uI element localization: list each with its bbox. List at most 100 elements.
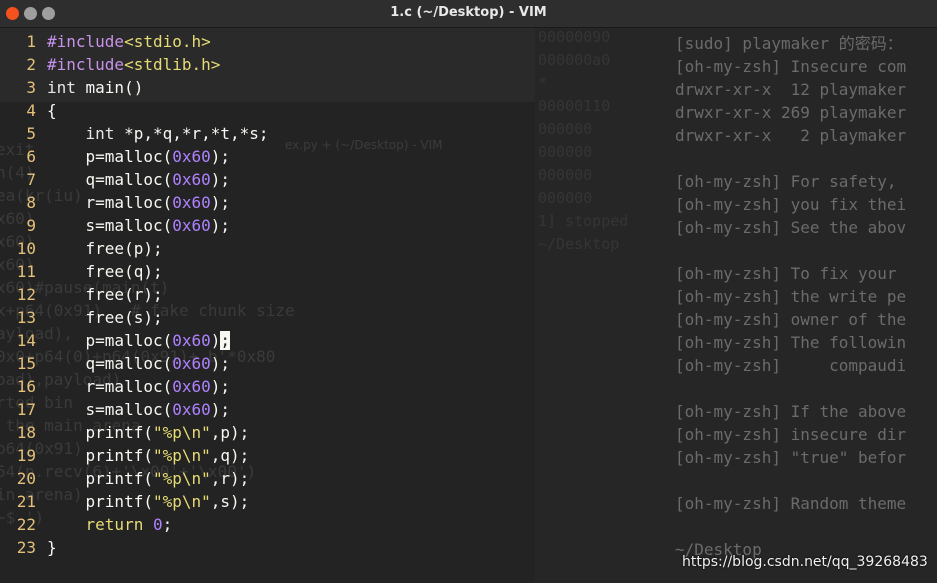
line-number: 19 [16,446,36,465]
code-token: ,p); [210,423,250,442]
line-number: 14 [16,331,36,350]
code-token: "%p\n" [152,469,211,488]
code-token: free(q); [47,262,163,281]
code-line[interactable]: 4{ [0,99,56,122]
code-line[interactable]: 23} [0,536,57,559]
code-token: } [47,538,57,557]
code-line[interactable]: 15 q=malloc(0x60); [0,352,230,375]
code-token: 0x60 [172,147,211,166]
code-line[interactable]: 10 free(p); [0,237,163,260]
terminal-line: [sudo] playmaker 的密码： [675,34,903,53]
code-line[interactable]: 21 printf("%p\n",s); [0,490,250,513]
code-token: 0x60 [172,377,211,396]
code-token: *p,*q,*r,*t,*s; [124,124,269,143]
terminal-line: [oh-my-zsh] compaudi [675,356,907,375]
line-number: 2 [26,55,36,74]
ghost-line: * [538,74,548,92]
vim-editor[interactable]: exit n(4) ea(kr(iu) x60) x60) x60) x60)#pause(… [0,28,535,583]
ghost-line: 000000 [538,120,593,138]
code-line[interactable]: 9 s=malloc(0x60); [0,214,230,237]
code-line[interactable]: 14 p=malloc(0x60); [0,329,231,352]
code-line[interactable]: 7 q=malloc(0x60); [0,168,230,191]
line-number: 9 [26,216,36,235]
code-token: ; [162,515,173,534]
code-token: free(p); [47,239,163,258]
ghost-line: 000000 [538,143,593,161]
terminal-line: [oh-my-zsh] "true" befor [675,448,907,467]
terminal-line: drwxr-xr-x 269 playmaker [675,103,907,122]
terminal-line: [oh-my-zsh] owner of the [675,310,907,329]
code-line[interactable]: 3 int main() [0,76,143,99]
code-token: #include [47,32,125,51]
line-number: 22 [16,515,36,534]
terminal-line: [oh-my-zsh] To fix your [675,264,897,283]
code-line[interactable]: 11 free(q); [0,260,163,283]
code-token: s=malloc( [47,216,173,235]
code-token: #include [47,55,125,74]
code-token: ); [210,377,231,396]
line-number: 3 [26,78,36,97]
line-number: 12 [16,285,36,304]
code-token: ,s); [210,492,250,511]
code-token: printf( [47,469,153,488]
terminal-line: drwxr-xr-x 2 playmaker [675,126,907,145]
code-line[interactable]: 20 printf("%p\n",r); [0,467,250,490]
line-number: 8 [26,193,36,212]
code-token: 0x60 [172,331,211,350]
code-token: <stdio.h> [124,32,211,51]
ghost-line: 00000090 [538,28,611,46]
code-line[interactable]: 16 r=malloc(0x60); [0,375,230,398]
code-token: ); [210,193,231,212]
code-token: 0x60 [172,354,211,373]
ghost-line: 1] stopped [538,212,629,230]
code-line[interactable]: 17 s=malloc(0x60); [0,398,230,421]
code-token: 0x60 [172,193,211,212]
code-token: 0x60 [172,216,211,235]
ghost-hexdump: 00000090 000000a0 * 00000110 000000 000000 000… [538,26,628,256]
title-bar: 1.c (~/Desktop) - VIM [0,0,937,28]
code-line[interactable]: 22 return 0; [0,513,173,536]
watermark-text: https://blog.csdn.net/qq_39268483 [682,554,928,570]
code-token: ,r); [210,469,250,488]
code-token: ); [210,216,231,235]
code-line[interactable]: 12 free(r); [0,283,163,306]
line-number: 17 [16,400,36,419]
line-number: 20 [16,469,36,488]
code-line[interactable]: 18 printf("%p\n",p); [0,421,250,444]
code-line[interactable]: 13 free(s); [0,306,163,329]
code-token: printf( [47,446,153,465]
code-token: "%p\n" [152,492,211,511]
line-number: 5 [26,124,36,143]
code-token: ); [210,147,231,166]
code-line[interactable]: 6 p=malloc(0x60); [0,145,230,168]
code-token: "%p\n" [152,423,211,442]
ghost-line: 000000 [538,166,593,184]
code-token: p=malloc( [47,147,173,166]
code-line[interactable]: 5 int *p,*q,*r,*t,*s; [0,122,269,145]
terminal-line: drwxr-xr-x 12 playmaker [675,80,907,99]
code-token: r=malloc( [47,193,173,212]
code-token: int [85,124,125,143]
code-token: ); [210,170,231,189]
code-token: q=malloc( [47,170,173,189]
code-line[interactable]: 8 r=malloc(0x60); [0,191,230,214]
terminal-line: [oh-my-zsh] insecure dir [675,425,907,444]
code-token: 0x60 [172,170,211,189]
ghost-line: ~/Desktop [538,235,620,253]
code-token: ) [210,331,221,350]
code-token: ); [210,354,231,373]
code-token: printf( [47,423,153,442]
code-token: q=malloc( [47,354,173,373]
code-token: free(r); [47,285,163,304]
code-line[interactable]: 19 printf("%p\n",q); [0,444,250,467]
line-number: 16 [16,377,36,396]
code-line[interactable]: 2 #include<stdlib.h> [0,53,220,76]
line-number: 10 [16,239,36,258]
code-line[interactable]: 1 #include<stdio.h> [0,30,211,53]
code-token: "%p\n" [152,446,211,465]
line-number: 23 [16,538,36,557]
line-number: 13 [16,308,36,327]
code-token: s=malloc( [47,400,173,419]
